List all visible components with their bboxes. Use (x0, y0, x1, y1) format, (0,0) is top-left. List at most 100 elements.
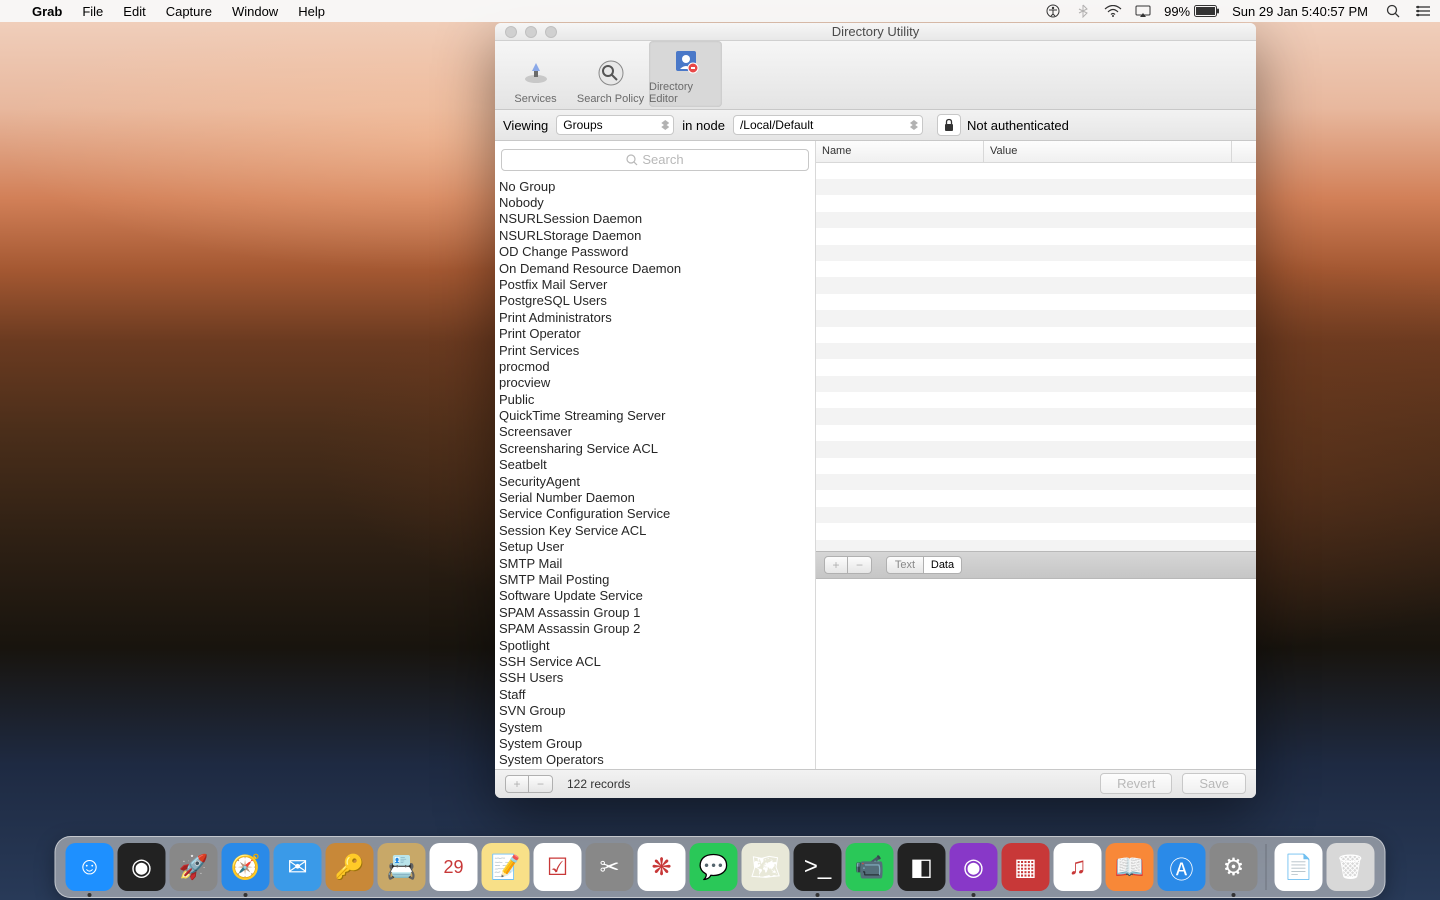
dock-photos[interactable]: ❋ (638, 843, 686, 891)
dock-facetime[interactable]: 📹 (846, 843, 894, 891)
list-item[interactable]: Nobody (495, 195, 815, 211)
save-button[interactable]: Save (1182, 773, 1246, 794)
seg-data[interactable]: Data (924, 556, 962, 574)
dock-notes[interactable]: 📝 (482, 843, 530, 891)
table-row[interactable] (816, 523, 1256, 539)
app-menu[interactable]: Grab (22, 4, 72, 19)
table-row[interactable] (816, 458, 1256, 474)
dock-textedit-doc[interactable]: 📄 (1275, 843, 1323, 891)
list-item[interactable]: SPAM Assassin Group 1 (495, 605, 815, 621)
table-row[interactable] (816, 310, 1256, 326)
record-add-button[interactable]: + (505, 775, 529, 793)
list-item[interactable]: QuickTime Streaming Server (495, 408, 815, 424)
list-item[interactable]: System (495, 720, 815, 736)
menu-help[interactable]: Help (288, 4, 335, 19)
list-item[interactable]: SecurityAgent (495, 474, 815, 490)
dock-activity-monitor[interactable]: ◉ (950, 843, 998, 891)
col-value[interactable]: Value (984, 141, 1232, 162)
col-name[interactable]: Name (816, 141, 984, 162)
list-item[interactable]: Serial Number Daemon (495, 490, 815, 506)
list-item[interactable]: Print Services (495, 343, 815, 359)
attribute-table-body[interactable] (816, 163, 1256, 551)
titlebar[interactable]: Directory Utility (495, 23, 1256, 41)
dock-maps[interactable]: 🗺 (742, 843, 790, 891)
menu-window[interactable]: Window (222, 4, 288, 19)
notification-center-icon[interactable] (1414, 5, 1432, 17)
list-item[interactable]: procview (495, 375, 815, 391)
table-row[interactable] (816, 441, 1256, 457)
dock-reminders[interactable]: ☑ (534, 843, 582, 891)
dock-terminal[interactable]: >_ (794, 843, 842, 891)
dock-safari[interactable]: 🧭 (222, 843, 270, 891)
list-item[interactable]: No Group (495, 179, 815, 195)
list-item[interactable]: PostgreSQL Users (495, 293, 815, 309)
table-row[interactable] (816, 228, 1256, 244)
clock[interactable]: Sun 29 Jan 5:40:57 PM (1232, 4, 1372, 19)
list-item[interactable]: System Group (495, 736, 815, 752)
table-row[interactable] (816, 163, 1256, 179)
dock-system-preferences[interactable]: ⚙ (1210, 843, 1258, 891)
search-input[interactable]: Search (501, 149, 809, 171)
list-item[interactable]: Print Administrators (495, 310, 815, 326)
menu-edit[interactable]: Edit (113, 4, 155, 19)
list-item[interactable]: SMTP Mail (495, 556, 815, 572)
dock-mail[interactable]: ✉ (274, 843, 322, 891)
dock-keychain[interactable]: 🔑 (326, 843, 374, 891)
list-item[interactable]: OD Change Password (495, 244, 815, 260)
dock-appstore[interactable]: Ⓐ (1158, 843, 1206, 891)
list-item[interactable]: SSH Users (495, 670, 815, 686)
group-list[interactable]: No GroupNobodyNSURLSession DaemonNSURLSt… (495, 179, 815, 769)
viewing-dropdown[interactable]: Groups (556, 115, 674, 135)
spotlight-icon[interactable] (1384, 4, 1402, 18)
list-item[interactable]: Staff (495, 687, 815, 703)
wifi-icon[interactable] (1104, 5, 1122, 17)
list-item[interactable]: Public (495, 392, 815, 408)
attr-add-button[interactable]: + (824, 556, 848, 574)
dock-trash[interactable]: 🗑 (1327, 843, 1375, 891)
battery-status[interactable]: 99% (1164, 4, 1220, 19)
list-item[interactable]: Spotlight (495, 638, 815, 654)
dock-contacts[interactable]: 📇 (378, 843, 426, 891)
list-item[interactable]: Software Update Service (495, 588, 815, 604)
menu-capture[interactable]: Capture (156, 4, 222, 19)
table-row[interactable] (816, 490, 1256, 506)
list-item[interactable]: SVN Group (495, 703, 815, 719)
table-row[interactable] (816, 507, 1256, 523)
bluetooth-icon[interactable] (1074, 4, 1092, 18)
table-row[interactable] (816, 376, 1256, 392)
toolbar-search-policy[interactable]: Search Policy (574, 53, 647, 107)
dock-ibooks[interactable]: 📖 (1106, 843, 1154, 891)
table-row[interactable] (816, 195, 1256, 211)
table-row[interactable] (816, 245, 1256, 261)
dock-siri[interactable]: ◉ (118, 843, 166, 891)
dock-dock-icon-a[interactable]: ▦ (1002, 843, 1050, 891)
list-item[interactable]: procmod (495, 359, 815, 375)
dock-calendar[interactable]: 29 (430, 843, 478, 891)
airplay-icon[interactable] (1134, 5, 1152, 17)
dock-utility[interactable]: ✂ (586, 843, 634, 891)
dock-finder[interactable]: ☺ (66, 843, 114, 891)
table-row[interactable] (816, 540, 1256, 551)
list-item[interactable]: NSURLSession Daemon (495, 211, 815, 227)
attr-remove-button[interactable]: − (848, 556, 872, 574)
table-row[interactable] (816, 359, 1256, 375)
list-item[interactable]: Postfix Mail Server (495, 277, 815, 293)
list-item[interactable]: Screensharing Service ACL (495, 441, 815, 457)
list-item[interactable]: Screensaver (495, 424, 815, 440)
table-row[interactable] (816, 392, 1256, 408)
list-item[interactable]: System Operators (495, 752, 815, 768)
table-row[interactable] (816, 343, 1256, 359)
table-row[interactable] (816, 408, 1256, 424)
dock-launchpad[interactable]: 🚀 (170, 843, 218, 891)
accessibility-icon[interactable] (1044, 4, 1062, 18)
lock-button[interactable] (937, 114, 961, 136)
seg-text[interactable]: Text (886, 556, 924, 574)
table-row[interactable] (816, 277, 1256, 293)
dock-itunes[interactable]: ♫ (1054, 843, 1102, 891)
dock-dashboard[interactable]: ◧ (898, 843, 946, 891)
list-item[interactable]: Setup User (495, 539, 815, 555)
table-row[interactable] (816, 261, 1256, 277)
toolbar-services[interactable]: Services (499, 53, 572, 107)
list-item[interactable]: Session Key Service ACL (495, 523, 815, 539)
table-row[interactable] (816, 425, 1256, 441)
